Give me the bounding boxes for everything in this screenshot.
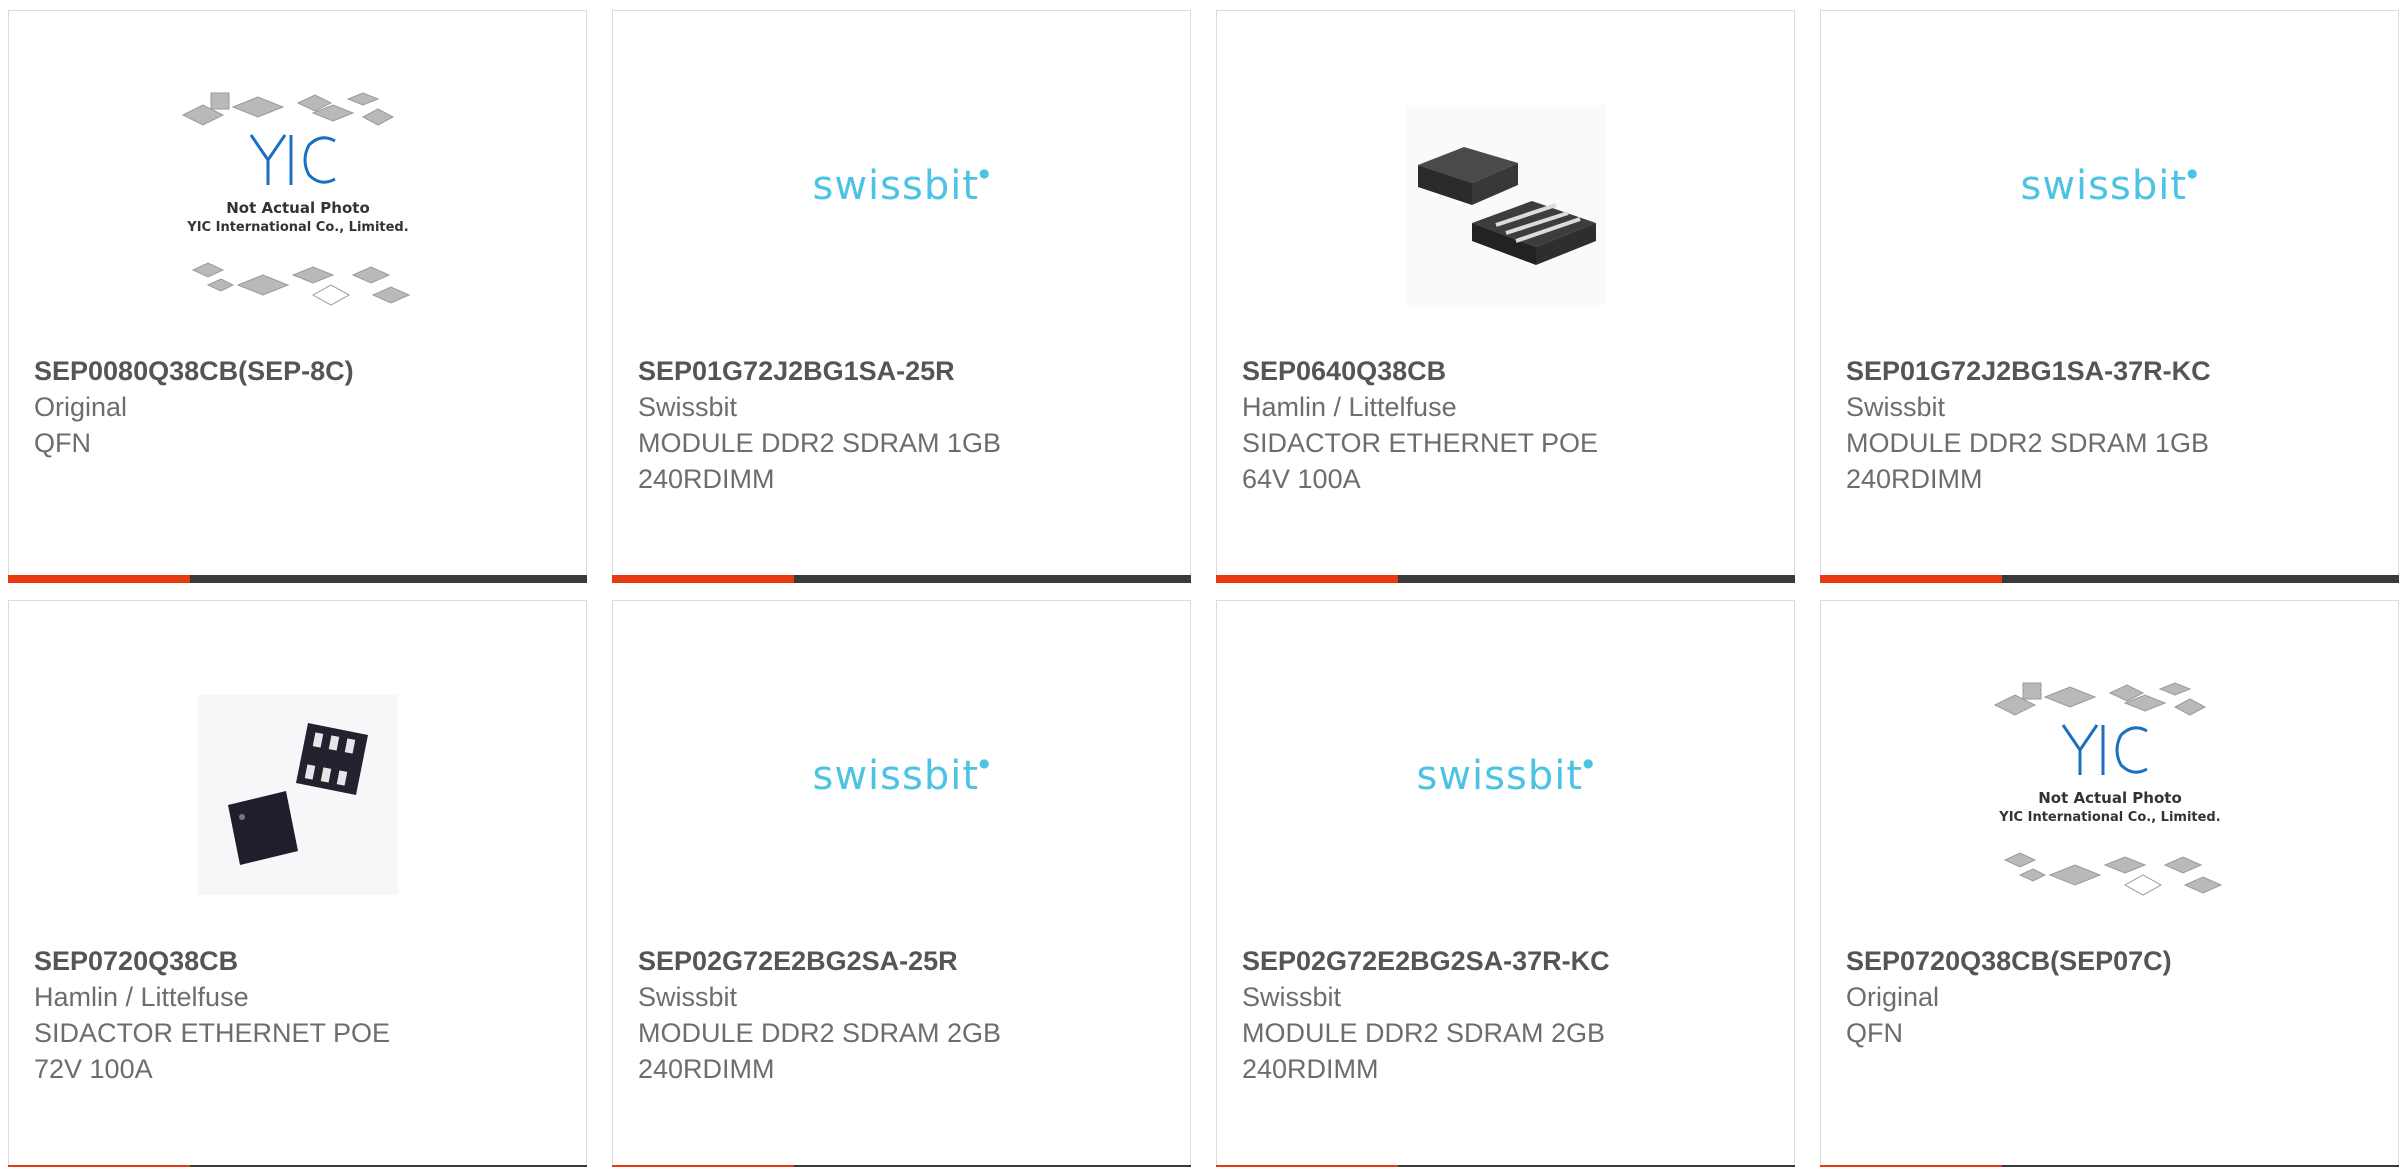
chip-package-photo: [1405, 105, 1606, 305]
description: QFN: [1846, 1018, 1903, 1048]
swissbit-logo: swissbit●: [812, 163, 991, 209]
card-footer-accent: [1820, 575, 2002, 583]
product-image[interactable]: swissbit●: [613, 59, 1190, 351]
product-info: SEP02G72E2BG2SA-37R-KC Swissbit MODULE D…: [1242, 943, 1774, 1087]
manufacturer: Original: [1846, 982, 1940, 1012]
card-footer-bar: [1820, 575, 2399, 583]
description: MODULE DDR2 SDRAM 2GB 240RDIMM: [1242, 1018, 1606, 1084]
description: MODULE DDR2 SDRAM 1GB 240RDIMM: [1846, 428, 2210, 494]
product-card[interactable]: SEP0720Q38CB Hamlin / Littelfuse SIDACTO…: [8, 600, 587, 1167]
description: MODULE DDR2 SDRAM 1GB 240RDIMM: [638, 428, 1002, 494]
description: QFN: [34, 428, 91, 458]
product-info: SEP0720Q38CB(SEP07C) Original QFN: [1846, 943, 2378, 1051]
swissbit-logo: swissbit●: [2020, 163, 2199, 209]
part-number[interactable]: SEP0080Q38CB(SEP-8C): [34, 353, 566, 389]
card-footer-accent: [612, 575, 794, 583]
product-card[interactable]: swissbit● SEP01G72J2BG1SA-37R-KC Swissbi…: [1820, 10, 2399, 583]
product-image[interactable]: swissbit●: [613, 649, 1190, 941]
swissbit-logo: swissbit●: [1416, 753, 1595, 799]
product-image[interactable]: swissbit●: [1821, 59, 2398, 351]
svg-text:Not Actual Photo: Not Actual Photo: [226, 199, 370, 217]
manufacturer: Swissbit: [1242, 982, 1342, 1012]
manufacturer: Swissbit: [1846, 392, 1946, 422]
card-footer-accent: [1216, 575, 1398, 583]
product-info: SEP02G72E2BG2SA-25R Swissbit MODULE DDR2…: [638, 943, 1170, 1087]
placeholder-photo-icon: Not Actual Photo YIC International Co., …: [181, 92, 410, 306]
svg-text:Not Actual Photo: Not Actual Photo: [2038, 789, 2182, 807]
card-footer-bar: [612, 575, 1191, 583]
product-image[interactable]: [1217, 59, 1794, 351]
product-image[interactable]: [9, 649, 586, 941]
description: SIDACTOR ETHERNET POE 64V 100A: [1242, 428, 1599, 494]
card-footer-bar: [1216, 575, 1795, 583]
manufacturer: Hamlin / Littelfuse: [34, 982, 249, 1012]
manufacturer: Swissbit: [638, 392, 738, 422]
product-image[interactable]: Not Actual Photo YIC International Co., …: [1821, 649, 2398, 941]
svg-text:YIC International Co., Limited: YIC International Co., Limited.: [186, 220, 408, 235]
chip-pair-photo: [197, 695, 398, 895]
card-footer-bar: [8, 575, 587, 583]
product-image[interactable]: swissbit●: [1217, 649, 1794, 941]
part-number[interactable]: SEP0720Q38CB: [34, 943, 566, 979]
manufacturer: Swissbit: [638, 982, 738, 1012]
product-info: SEP0640Q38CB Hamlin / Littelfuse SIDACTO…: [1242, 353, 1774, 497]
manufacturer: Hamlin / Littelfuse: [1242, 392, 1457, 422]
product-info: SEP0080Q38CB(SEP-8C) Original QFN: [34, 353, 566, 461]
product-card[interactable]: swissbit● SEP02G72E2BG2SA-25R Swissbit M…: [612, 600, 1191, 1167]
description: SIDACTOR ETHERNET POE 72V 100A: [34, 1018, 391, 1084]
product-info: SEP01G72J2BG1SA-25R Swissbit MODULE DDR2…: [638, 353, 1170, 497]
product-card[interactable]: SEP0640Q38CB Hamlin / Littelfuse SIDACTO…: [1216, 10, 1795, 583]
placeholder-photo-icon: Not Actual Photo YIC International Co., …: [1993, 682, 2222, 896]
product-grid: Not Actual Photo YIC International Co., …: [0, 0, 2400, 1167]
product-card[interactable]: Not Actual Photo YIC International Co., …: [8, 10, 587, 583]
product-card[interactable]: swissbit● SEP02G72E2BG2SA-37R-KC Swissbi…: [1216, 600, 1795, 1167]
product-card[interactable]: swissbit● SEP01G72J2BG1SA-25R Swissbit M…: [612, 10, 1191, 583]
product-info: SEP0720Q38CB Hamlin / Littelfuse SIDACTO…: [34, 943, 566, 1087]
product-card[interactable]: Not Actual Photo YIC International Co., …: [1820, 600, 2399, 1167]
part-number[interactable]: SEP01G72J2BG1SA-25R: [638, 353, 1170, 389]
part-number[interactable]: SEP01G72J2BG1SA-37R-KC: [1846, 353, 2378, 389]
manufacturer: Original: [34, 392, 128, 422]
swissbit-logo: swissbit●: [812, 753, 991, 799]
part-number[interactable]: SEP02G72E2BG2SA-37R-KC: [1242, 943, 1774, 979]
part-number[interactable]: SEP0640Q38CB: [1242, 353, 1774, 389]
svg-text:YIC International Co., Limited: YIC International Co., Limited.: [1998, 810, 2220, 825]
product-info: SEP01G72J2BG1SA-37R-KC Swissbit MODULE D…: [1846, 353, 2378, 497]
product-image[interactable]: Not Actual Photo YIC International Co., …: [9, 59, 586, 351]
part-number[interactable]: SEP02G72E2BG2SA-25R: [638, 943, 1170, 979]
part-number[interactable]: SEP0720Q38CB(SEP07C): [1846, 943, 2378, 979]
description: MODULE DDR2 SDRAM 2GB 240RDIMM: [638, 1018, 1002, 1084]
card-footer-accent: [8, 575, 190, 583]
